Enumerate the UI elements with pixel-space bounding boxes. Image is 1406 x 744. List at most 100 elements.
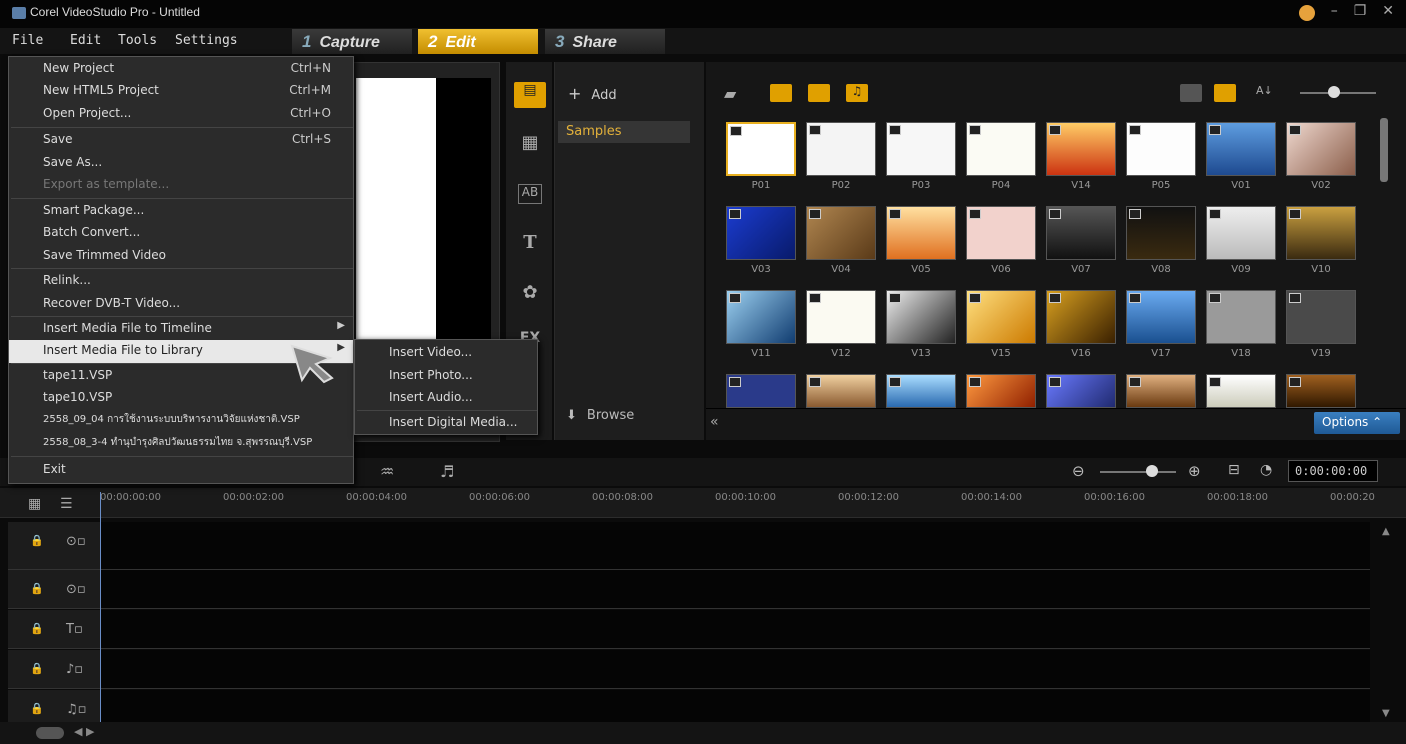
library-scrollbar[interactable] xyxy=(1380,118,1388,182)
library-thumbnail[interactable] xyxy=(1126,206,1196,260)
scroll-down-icon[interactable]: ▼ xyxy=(1382,708,1390,719)
library-thumbnail[interactable] xyxy=(1206,206,1276,260)
library-thumbnail[interactable] xyxy=(966,206,1036,260)
library-thumbnail[interactable] xyxy=(1286,122,1356,176)
menu-edit[interactable]: Edit xyxy=(70,33,101,48)
scroll-up-icon[interactable]: ▲ xyxy=(1382,526,1390,537)
menu-file[interactable]: File xyxy=(12,33,43,48)
library-thumbnail[interactable] xyxy=(1286,206,1356,260)
library-thumbnail[interactable] xyxy=(966,374,1036,408)
library-thumbnail[interactable] xyxy=(1286,290,1356,344)
globe-icon[interactable] xyxy=(1298,5,1315,21)
audio-mixer-icon[interactable]: ♒ xyxy=(380,462,394,481)
menu-item-batch-convert[interactable]: Batch Convert... xyxy=(9,222,353,245)
add-track-icon[interactable] xyxy=(36,727,64,739)
overlay-track[interactable] xyxy=(100,570,1370,609)
library-thumbnail[interactable] xyxy=(1046,122,1116,176)
library-thumbnail[interactable] xyxy=(1126,374,1196,408)
library-thumbnail[interactable] xyxy=(1046,206,1116,260)
submenu-insert-audio[interactable]: Insert Audio... xyxy=(355,387,537,410)
library-thumbnail[interactable] xyxy=(966,122,1036,176)
show-audio-icon[interactable]: ♫ xyxy=(846,84,868,102)
library-thumbnail[interactable] xyxy=(1046,374,1116,408)
menu-item-relink[interactable]: Relink... xyxy=(9,270,353,293)
library-thumbnail[interactable] xyxy=(886,206,956,260)
lock-icon[interactable]: 🔒 xyxy=(30,662,44,675)
lock-icon[interactable]: 🔒 xyxy=(30,622,44,635)
menu-settings[interactable]: Settings xyxy=(175,33,238,48)
menu-item-recent-3[interactable]: 2558_09_04 การใช้งานระบบบริหารงานวิจัยแห… xyxy=(9,409,353,432)
lock-icon[interactable]: 🔒 xyxy=(30,702,44,715)
menu-item-new-project[interactable]: New Project Ctrl+N xyxy=(9,58,353,81)
list-view-icon[interactable] xyxy=(1180,84,1202,102)
fit-project-icon[interactable]: ⊟ xyxy=(1228,462,1240,478)
browse-button[interactable]: ⬇ Browse xyxy=(566,408,634,423)
title-icon[interactable]: T xyxy=(514,232,546,258)
library-thumbnail[interactable] xyxy=(726,206,796,260)
menu-item-insert-timeline[interactable]: Insert Media File to Timeline ▶ xyxy=(9,318,353,341)
show-videos-icon[interactable] xyxy=(770,84,792,102)
minimize-icon[interactable]: – xyxy=(1331,3,1338,21)
media-tab-icon[interactable]: ▤ xyxy=(514,82,546,108)
tab-edit[interactable]: 2 Edit xyxy=(418,29,538,54)
tab-share[interactable]: 3 Share xyxy=(545,29,665,54)
menu-tools[interactable]: Tools xyxy=(118,33,157,48)
library-thumbnail[interactable] xyxy=(806,122,876,176)
library-thumbnail[interactable] xyxy=(886,290,956,344)
menu-item-new-html5[interactable]: New HTML5 Project Ctrl+M xyxy=(9,80,353,103)
thumb-size-handle[interactable] xyxy=(1328,86,1340,98)
options-button[interactable]: Options ⌃ xyxy=(1314,412,1400,434)
submenu-insert-video[interactable]: Insert Video... xyxy=(355,342,537,365)
menu-item-save[interactable]: Save Ctrl+S xyxy=(9,129,353,152)
timecode-display[interactable]: 0:00:00:00 xyxy=(1288,460,1378,482)
library-thumbnail[interactable] xyxy=(806,374,876,408)
title-track[interactable] xyxy=(100,610,1370,649)
zoom-in-icon[interactable]: ⊕ xyxy=(1188,462,1201,480)
video-track-header[interactable]: 🔒 ⊙▫ xyxy=(8,522,100,570)
library-thumbnail[interactable] xyxy=(806,206,876,260)
graphic-icon[interactable]: ✿ xyxy=(514,282,546,308)
library-thumbnail[interactable] xyxy=(1206,122,1276,176)
library-thumbnail[interactable] xyxy=(726,290,796,344)
add-folder-button[interactable]: + Add xyxy=(568,84,617,103)
library-thumbnail[interactable] xyxy=(1286,374,1356,408)
transition-icon[interactable]: AB xyxy=(518,184,542,204)
submenu-insert-digital[interactable]: Insert Digital Media... xyxy=(355,412,537,435)
library-thumbnail[interactable] xyxy=(1126,122,1196,176)
playhead[interactable] xyxy=(100,492,101,722)
timeline-ruler[interactable] xyxy=(0,488,1406,518)
storyboard-view-icon[interactable]: ▦ xyxy=(28,496,41,512)
library-thumbnail[interactable] xyxy=(1206,374,1276,408)
folder-samples[interactable]: Samples xyxy=(558,121,690,143)
library-thumbnail[interactable] xyxy=(886,374,956,408)
lock-icon[interactable]: 🔒 xyxy=(30,582,44,595)
library-thumbnail[interactable] xyxy=(726,122,796,176)
zoom-slider[interactable] xyxy=(1100,471,1176,473)
library-thumbnail[interactable] xyxy=(1126,290,1196,344)
overlay-track-header[interactable]: 🔒 ⊙▫ xyxy=(8,570,100,609)
menu-item-exit[interactable]: Exit xyxy=(9,459,353,482)
voice-track[interactable] xyxy=(100,650,1370,689)
menu-item-recent-4[interactable]: 2558_08_3-4 ทำนุบำรุงศิลปวัฒนธรรมไทย จ.ส… xyxy=(9,432,353,455)
timeline-view-icon[interactable]: ☰ xyxy=(60,496,73,512)
video-track[interactable] xyxy=(100,522,1370,570)
menu-item-open-project[interactable]: Open Project... Ctrl+O xyxy=(9,103,353,126)
library-thumbnail[interactable] xyxy=(1206,290,1276,344)
library-thumbnail[interactable] xyxy=(1046,290,1116,344)
show-photos-icon[interactable] xyxy=(808,84,830,102)
library-thumbnail[interactable] xyxy=(726,374,796,408)
thumbnail-view-icon[interactable] xyxy=(1214,84,1236,102)
library-thumbnail[interactable] xyxy=(806,290,876,344)
zoom-out-icon[interactable]: ⊖ xyxy=(1072,462,1085,480)
menu-item-smart-package[interactable]: Smart Package... xyxy=(9,200,353,223)
lock-icon[interactable]: 🔒 xyxy=(30,534,44,547)
auto-music-icon[interactable]: ♬ xyxy=(440,462,454,481)
submenu-insert-photo[interactable]: Insert Photo... xyxy=(355,365,537,388)
close-icon[interactable]: ✕ xyxy=(1382,3,1394,21)
library-thumbnail[interactable] xyxy=(886,122,956,176)
sort-icon[interactable]: A↓ xyxy=(1256,84,1273,97)
folder-icon[interactable]: ▰ xyxy=(724,84,736,103)
library-thumbnail[interactable] xyxy=(966,290,1036,344)
tab-capture[interactable]: 1 Capture xyxy=(292,29,412,54)
restore-icon[interactable]: ❐ xyxy=(1354,3,1367,21)
